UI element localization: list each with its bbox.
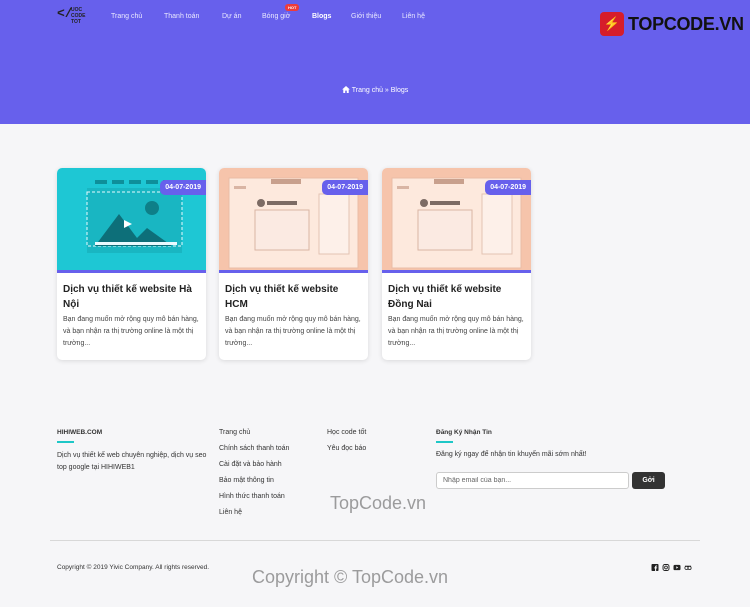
footer-about-text: Dịch vụ thiết kế web chuyên nghiệp, dịch…: [57, 452, 207, 471]
tripadvisor-icon[interactable]: [684, 564, 692, 571]
topcode-brand-text: TOPCODE.VN: [628, 13, 744, 34]
nav-item-home[interactable]: Trang chủ: [111, 13, 142, 20]
nav-item-contact[interactable]: Liên hệ: [402, 13, 425, 20]
newsletter-text: Đăng ký ngay để nhận tin khuyến mãi sớm …: [436, 451, 587, 458]
breadcrumb: Trang chủ » Blogs: [0, 86, 750, 94]
post-thumbnail[interactable]: 04-07-2019: [382, 168, 531, 273]
nav-item-about[interactable]: Giới thiệu: [351, 13, 381, 20]
post-thumbnail[interactable]: 04-07-2019: [219, 168, 368, 273]
date-badge: 04-07-2019: [160, 180, 206, 195]
heading-underline: [57, 441, 74, 443]
topcode-brand: ⚡ TOPCODE.VN: [600, 10, 744, 38]
watermark-text: TopCode.vn: [330, 493, 427, 513]
nav-item-payment[interactable]: Thanh toán: [164, 13, 199, 20]
newsletter-submit-button[interactable]: Gởi: [632, 472, 665, 489]
topcode-logo-icon: ⚡: [600, 12, 624, 36]
home-icon: [341, 86, 350, 93]
footer-about-title: HIHIWEB.COM: [57, 429, 103, 436]
footer-link[interactable]: Cài đặt và bảo hành: [219, 461, 282, 468]
post-title[interactable]: Dịch vụ thiết kế website HCM: [225, 282, 363, 312]
hero-banner: </ UOC CODE TOT Trang chủ Thanh toán Dự …: [0, 0, 750, 124]
watermark-text: Copyright © TopCode.vn: [252, 567, 449, 587]
copyright-text: Copyright © 2019 Yivic Company. All righ…: [57, 564, 210, 571]
instagram-icon[interactable]: [662, 564, 670, 571]
footer-link[interactable]: Trang chủ: [219, 429, 250, 436]
facebook-icon[interactable]: [651, 564, 659, 571]
blog-card[interactable]: 04-07-2019 Dịch vụ thiết kế website Đồng…: [382, 168, 531, 360]
date-badge: 04-07-2019: [485, 180, 531, 195]
footer-link[interactable]: Hình thức thanh toán: [219, 493, 285, 500]
breadcrumb-text[interactable]: Trang chủ » Blogs: [352, 87, 409, 94]
nav-item-projects[interactable]: Dự án: [222, 13, 241, 20]
footer-link[interactable]: Học code tốt: [327, 429, 366, 436]
blog-card[interactable]: 04-07-2019 Dịch vụ thiết kế website HCM …: [219, 168, 368, 360]
logo-text: TOT: [71, 19, 81, 25]
date-badge: 04-07-2019: [322, 180, 368, 195]
hot-badge: HOT: [285, 4, 300, 11]
newsletter-title: Đăng Ký Nhận Tin: [436, 429, 492, 436]
youtube-icon[interactable]: [673, 564, 681, 571]
nav-item-blogs[interactable]: Blogs: [312, 13, 331, 20]
post-excerpt: Bạn đang muốn mở rộng quy mô bán hàng, v…: [63, 316, 199, 347]
post-title[interactable]: Dịch vụ thiết kế website Đồng Nai: [388, 282, 526, 312]
heading-underline: [436, 441, 453, 443]
footer-divider: [50, 540, 700, 541]
post-excerpt: Bạn đang muốn mở rộng quy mô bán hàng, v…: [225, 316, 361, 347]
post-thumbnail[interactable]: 04-07-2019: [57, 168, 206, 273]
blog-card[interactable]: 04-07-2019 Dịch vụ thiết kế website Hà N…: [57, 168, 206, 360]
post-title[interactable]: Dịch vụ thiết kế website Hà Nội: [63, 282, 201, 312]
nav-item-football[interactable]: Bóng giờ: [262, 13, 290, 20]
footer-link[interactable]: Liên hệ: [219, 509, 242, 516]
footer-link[interactable]: Chính sách thanh toán: [219, 445, 289, 452]
site-logo[interactable]: </ UOC CODE TOT: [57, 6, 91, 28]
footer-link[interactable]: Bảo mật thông tin: [219, 477, 274, 484]
footer-link[interactable]: Yêu đọc báo: [327, 445, 366, 452]
newsletter-email-input[interactable]: [436, 472, 629, 489]
social-links: [651, 564, 692, 571]
post-excerpt: Bạn đang muốn mở rộng quy mô bán hàng, v…: [388, 316, 524, 347]
